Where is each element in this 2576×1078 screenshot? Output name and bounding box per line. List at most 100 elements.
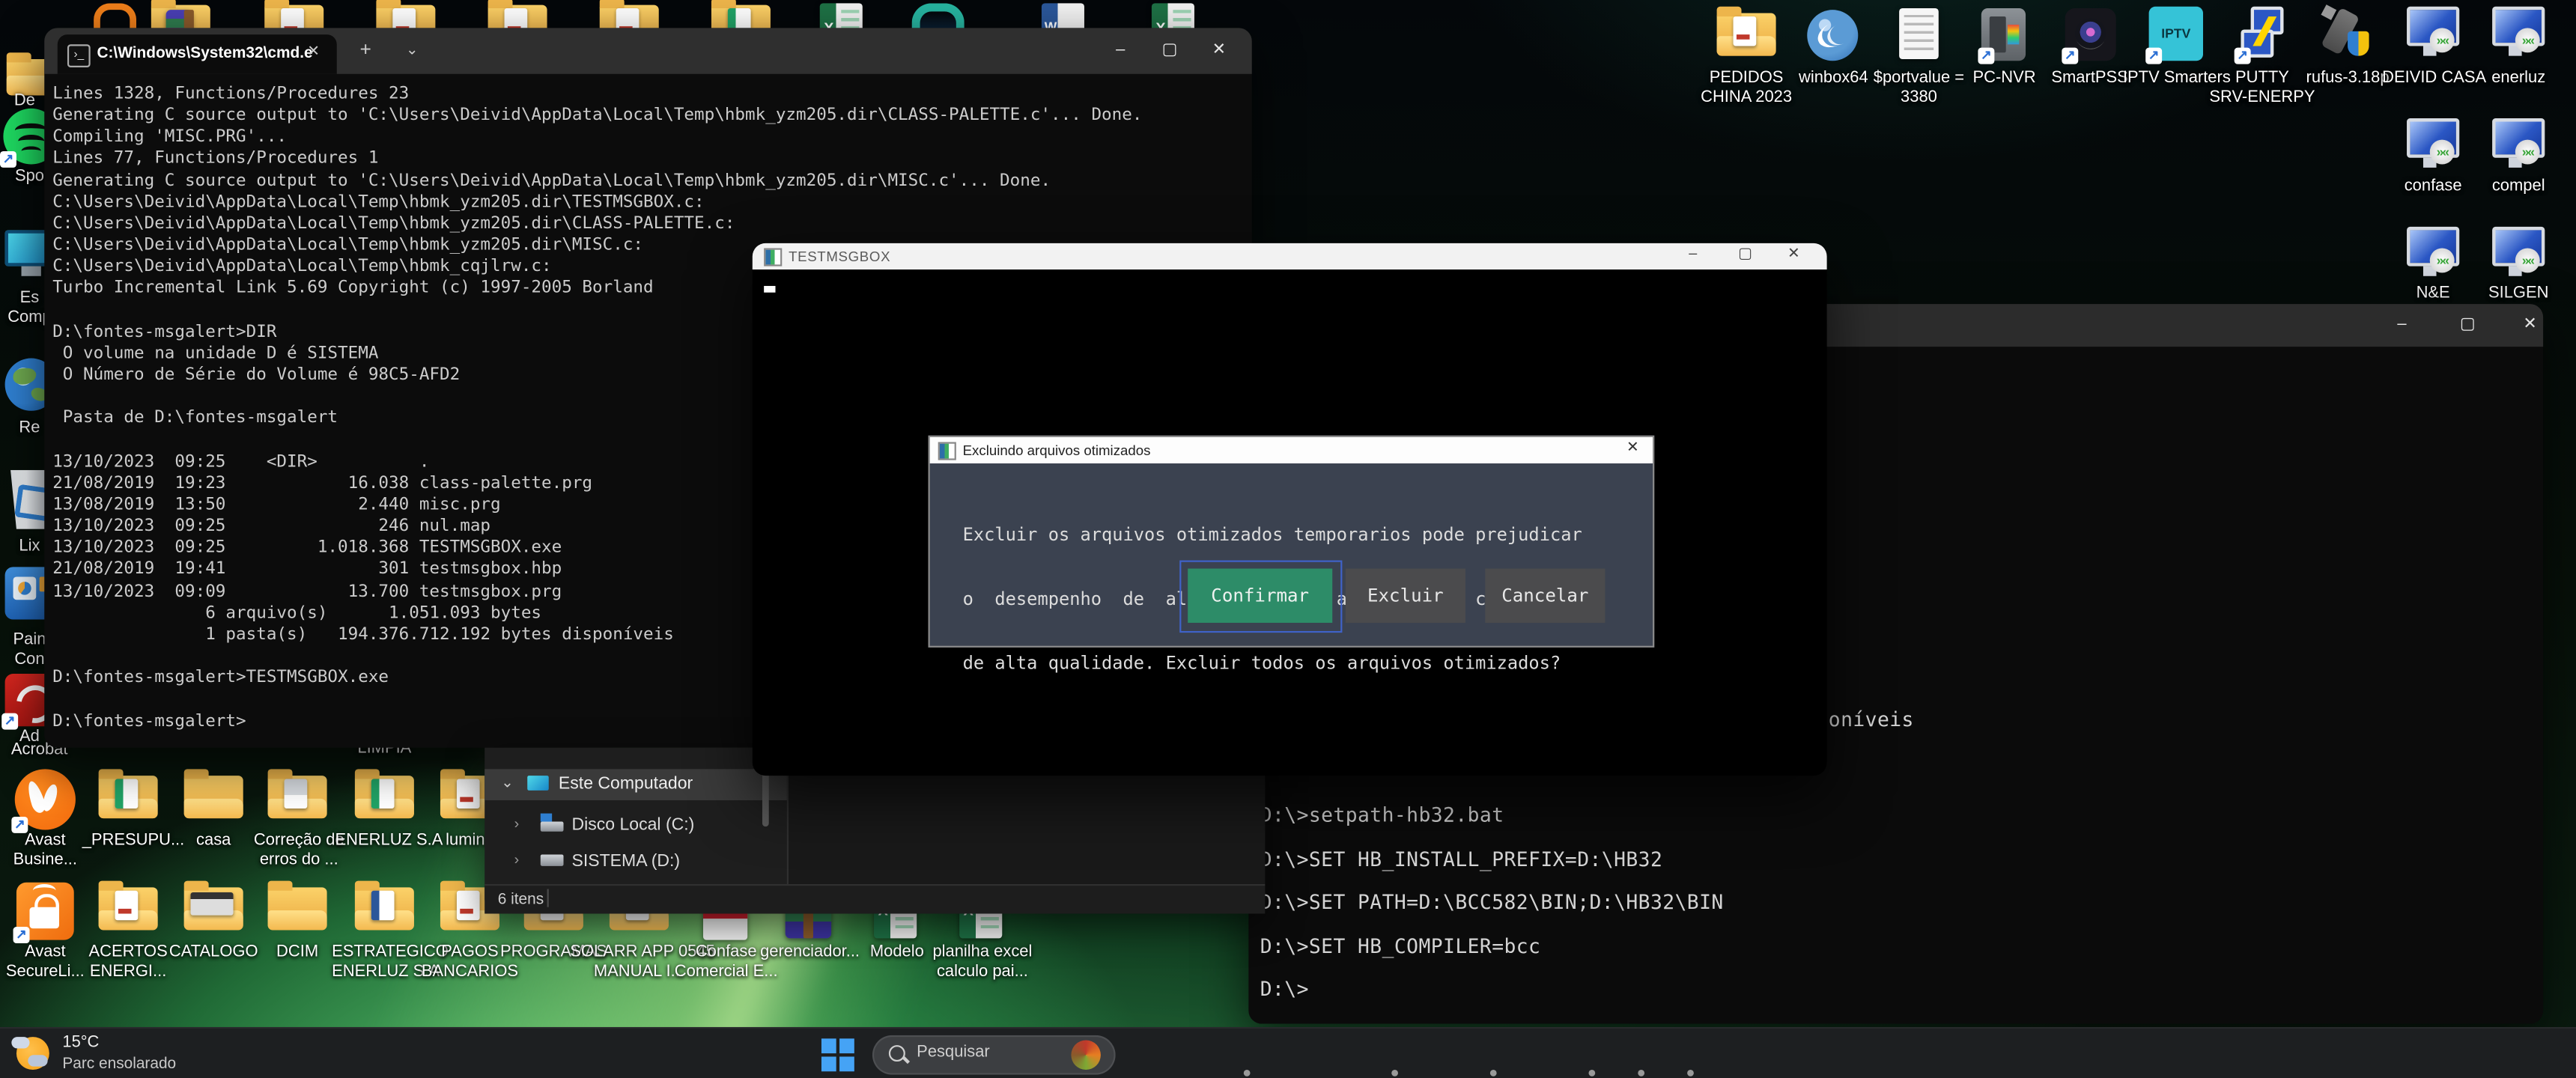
rdp-badge: [2515, 28, 2540, 52]
drive-icon: [541, 822, 564, 832]
explorer-item-label: Este Computador: [559, 774, 693, 794]
explorer-row-disco-local[interactable]: › Disco Local (C:): [484, 810, 787, 841]
rufus-icon[interactable]: [2323, 7, 2372, 61]
testmsgbox-cursor-block: [764, 286, 775, 293]
pcnvr-label: PC-NVR: [1958, 69, 2050, 88]
explorer-row-sistema[interactable]: › SISTEMA (D:): [484, 846, 787, 877]
dialog-titlebar[interactable]: Excluindo arquivos otimizados ✕: [930, 437, 1653, 463]
rdp-badge: [2515, 140, 2540, 165]
putty-label1: PUTTY: [2214, 69, 2309, 88]
portvalue-label1: $portvalue =: [1870, 69, 1969, 88]
excluir-dialog[interactable]: Excluindo arquivos otimizados ✕ Excluir …: [929, 436, 1655, 648]
compel-rdp-icon[interactable]: [2492, 118, 2545, 172]
acertos-label2: ENERGI...: [82, 963, 174, 982]
pcnvr-icon[interactable]: [1981, 8, 2026, 61]
putty-icon[interactable]: [2238, 7, 2287, 61]
confirmar-button[interactable]: Confirmar: [1188, 569, 1332, 623]
pedidos-label2: CHINA 2023: [1697, 89, 1796, 109]
search-placeholder: Pesquisar: [917, 1044, 990, 1062]
start-square: [839, 1056, 854, 1071]
dialog-message-line3: de alta qualidade. Excluir todos os arqu…: [963, 652, 1626, 674]
rufus-label: rufus-3.18p: [2300, 69, 2395, 88]
avast-business-icon[interactable]: [15, 769, 76, 829]
doc-badge: [457, 891, 480, 921]
smartpss-icon[interactable]: [2065, 8, 2116, 61]
confase-rdp-icon[interactable]: [2407, 118, 2459, 172]
catalogo-folder-icon[interactable]: [184, 887, 243, 930]
winbox64-label: winbox64: [1787, 69, 1880, 88]
deivid-casa-rdp-icon[interactable]: [2407, 7, 2459, 61]
cmd1-active-tab[interactable]: ›_ C:\Windows\System32\cmd.e ✕: [58, 34, 337, 74]
testmsgbox-maximize-button[interactable]: ▢: [1738, 245, 1752, 263]
weather-desc: Parc ensolarado: [62, 1055, 176, 1073]
cmd2-maximize-button[interactable]: ▢: [2455, 315, 2481, 335]
cmd2-body[interactable]: D:\>setpath-hb32.bat D:\>SET HB_INSTALL_…: [1260, 794, 2525, 1015]
cmd1-minimize-button[interactable]: –: [1109, 41, 1132, 61]
cmd1-maximize-button[interactable]: ▢: [1158, 41, 1182, 61]
cmd2-close-button[interactable]: ✕: [2517, 315, 2543, 335]
wifi-arc: [33, 884, 56, 898]
terminal-line: D:\>SET PATH=D:\BCC582\BIN;D:\HB32\BIN: [1260, 881, 2525, 925]
weather-widget[interactable]: 15°C Parc ensolarado: [7, 1029, 187, 1078]
shortcut-badge: [1, 713, 18, 730]
shortcut-badge: [13, 927, 30, 943]
chevron-down-icon[interactable]: ⌄: [501, 774, 514, 792]
word-badge: [371, 891, 395, 921]
explorer-scrollbar[interactable]: [762, 767, 769, 826]
deivid-casa-label: DEIVID CASA: [2382, 69, 2484, 88]
avast-business-label2: Busine...: [0, 851, 91, 871]
explorer-status-text: 6 itens: [498, 891, 544, 909]
explorer-item-label: SISTEMA (D:): [571, 851, 680, 871]
text-lines: [1904, 15, 1933, 51]
explorer-item-label: Disco Local (C:): [571, 815, 694, 835]
pedidos-folder-icon[interactable]: [1717, 13, 1776, 56]
correcao-label2: erros do ...: [248, 851, 350, 871]
cmd2-minimize-button[interactable]: –: [2389, 315, 2415, 335]
correcao-folder-icon[interactable]: [268, 776, 327, 818]
excluir-button[interactable]: Excluir: [1346, 569, 1465, 623]
running-indicator: [1391, 1070, 1398, 1077]
tab-dropdown-icon[interactable]: ⌄: [406, 41, 419, 59]
iptv-smarters-icon[interactable]: IPTV: [2149, 7, 2203, 61]
start-square: [839, 1038, 854, 1053]
explorer-row-este-computador[interactable]: ⌄ Este Computador: [484, 769, 787, 800]
dialog-message-line1: Excluir os arquivos otimizados temporari…: [963, 524, 1626, 546]
start-square: [821, 1038, 836, 1053]
chevron-right-icon[interactable]: ›: [514, 815, 520, 832]
terminal-line: Generating C source output to 'C:\Users\…: [52, 170, 1242, 192]
acertos-folder-icon[interactable]: [99, 887, 158, 930]
casa-folder-icon[interactable]: [184, 776, 243, 818]
search-input[interactable]: Pesquisar: [872, 1035, 1116, 1075]
winbox64-icon[interactable]: [1807, 10, 1858, 61]
dcim-folder-icon[interactable]: [268, 887, 327, 930]
dialog-close-button[interactable]: ✕: [1626, 439, 1639, 457]
ne-rdp-icon[interactable]: [2407, 227, 2459, 281]
dialog-title: Excluindo arquivos otimizados: [963, 442, 1151, 458]
avast-secureline-icon[interactable]: [16, 883, 74, 940]
rdp-badge: [2430, 248, 2455, 272]
new-tab-button[interactable]: +: [359, 37, 371, 61]
terminal-line: C:\Users\Deivid\AppData\Local\Temp\hbmk_…: [52, 192, 1242, 213]
chevron-right-icon[interactable]: ›: [514, 851, 520, 868]
testmsgbox-titlebar[interactable]: TESTMSGBOX – ▢ ✕: [753, 243, 1827, 270]
acertos-label1: ACERTOS: [82, 943, 174, 963]
lens: [2075, 18, 2106, 49]
terminal-line: D:\>SET HB_COMPILER=bcc: [1260, 925, 2525, 968]
pedidos-label1: PEDIDOS: [1701, 69, 1793, 88]
testmsgbox-close-button[interactable]: ✕: [1787, 245, 1800, 263]
terminal-line: Lines 1328, Functions/Procedures 23: [52, 84, 1242, 106]
lock-body: [29, 907, 58, 929]
tab-close-icon[interactable]: ✕: [307, 43, 320, 61]
silgen-rdp-icon[interactable]: [2492, 227, 2545, 281]
presupu-folder-icon[interactable]: [99, 776, 158, 818]
portvalue-file-icon[interactable]: [1899, 8, 1939, 59]
cmd1-close-button[interactable]: ✕: [1208, 41, 1231, 61]
rdp-badge: [2515, 248, 2540, 272]
catalogo-label: CATALOGO: [164, 943, 263, 963]
testmsgbox-minimize-button[interactable]: –: [1689, 245, 1697, 261]
enerluz-rdp-icon[interactable]: [2492, 7, 2545, 61]
enerluz-folder-icon[interactable]: [355, 776, 414, 818]
cancelar-button[interactable]: Cancelar: [1485, 569, 1605, 623]
start-button[interactable]: [821, 1038, 854, 1071]
estrategico-folder-icon[interactable]: [355, 887, 414, 930]
